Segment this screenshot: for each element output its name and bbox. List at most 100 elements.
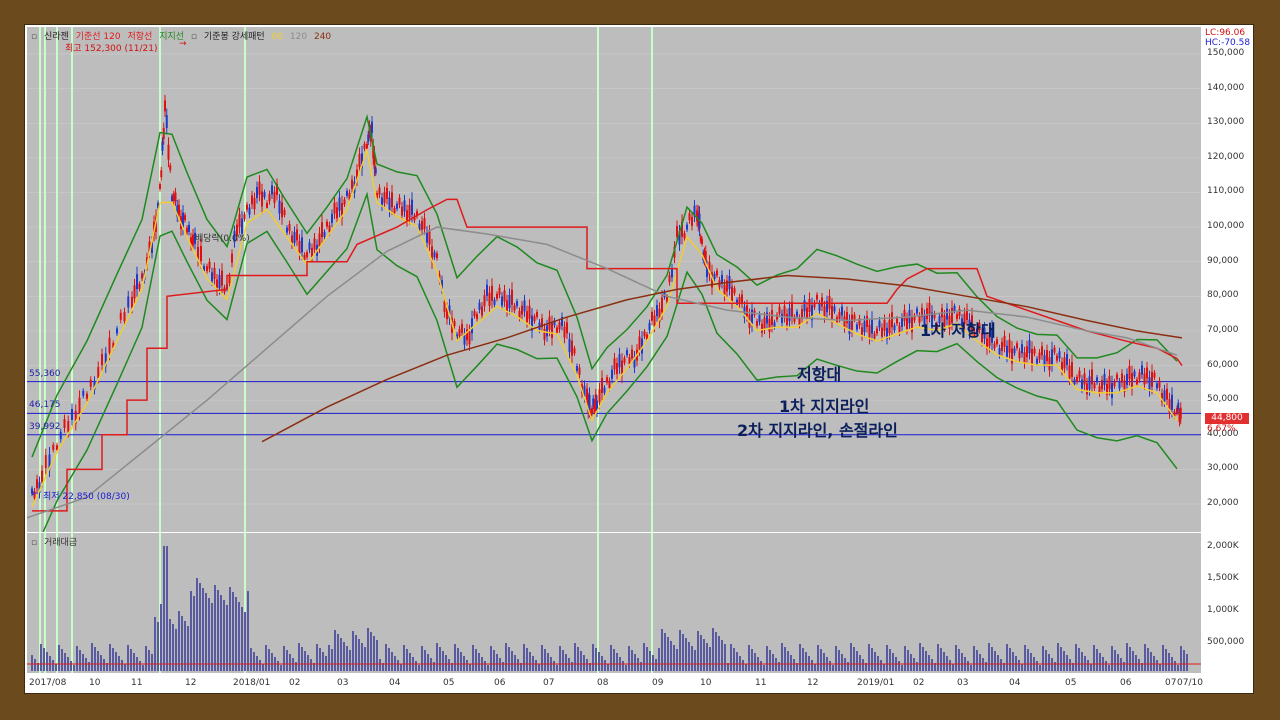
- volume-bar: [688, 642, 690, 671]
- candle-body: [476, 314, 478, 320]
- candle-body: [511, 289, 513, 305]
- volume-bar: [373, 636, 375, 671]
- candle-body: [253, 198, 256, 210]
- volume-bar: [322, 652, 324, 671]
- resistance-1-annotation: 1차 저항대: [920, 321, 996, 340]
- volume-bar: [448, 659, 450, 671]
- volume-bar: [862, 659, 864, 671]
- volume-bar: [316, 644, 318, 671]
- candle-body: [1081, 379, 1083, 389]
- candle-body: [1001, 342, 1003, 351]
- legend-toggle-icon[interactable]: ▫: [191, 32, 197, 42]
- volume-bar: [586, 659, 588, 671]
- candle-body: [846, 312, 848, 324]
- volume-bar: [1069, 659, 1071, 671]
- candle-body: [953, 305, 956, 311]
- volume-bar: [1036, 661, 1038, 671]
- candle-body: [996, 339, 998, 345]
- candle-body: [398, 197, 401, 205]
- candle-body: [1003, 335, 1006, 347]
- candle-body: [1016, 343, 1018, 349]
- candle-body: [298, 240, 301, 254]
- candle-body: [172, 194, 175, 202]
- candle-body: [164, 100, 166, 112]
- price-tick: 50,000: [1207, 394, 1239, 405]
- volume-bar: [802, 648, 804, 671]
- volume-bar: [820, 649, 822, 671]
- candle-body: [783, 305, 786, 317]
- price-tick: 30,000: [1207, 463, 1239, 474]
- candle-body: [573, 348, 576, 354]
- candle-body: [1071, 361, 1073, 377]
- candle-body: [1051, 349, 1053, 365]
- candle-body: [733, 288, 736, 294]
- volume-bar: [475, 649, 477, 671]
- candle-body: [136, 274, 138, 290]
- candle-body: [1026, 346, 1028, 358]
- volume-bar: [151, 654, 153, 671]
- volume-bar: [148, 650, 150, 671]
- candle-body: [192, 234, 194, 246]
- price-tick: 80,000: [1207, 290, 1239, 301]
- volume-bar: [622, 661, 624, 671]
- volume-bar: [733, 648, 735, 671]
- volume-bar: [829, 661, 831, 671]
- volume-bar: [1150, 652, 1152, 671]
- candle-body: [374, 168, 377, 174]
- price-chart-pane[interactable]: ▫ 신라젠 기준선 120 저항선 지지선 ▫ 기준봉 강세패턴 60 120 …: [27, 27, 1201, 532]
- dividend-note: 배당락(0.0%): [195, 234, 250, 244]
- volume-bar: [268, 649, 270, 671]
- candle-body: [296, 229, 298, 241]
- candle-body: [383, 192, 386, 204]
- candle-body: [576, 366, 578, 372]
- date-tick: 11: [131, 678, 143, 688]
- candle-body: [251, 195, 253, 205]
- candle-body: [86, 393, 88, 399]
- candle-body: [1096, 377, 1098, 383]
- volume-bar: [1183, 650, 1185, 671]
- low-arrow-icon: ←: [31, 489, 39, 499]
- volume-bar: [790, 655, 792, 671]
- volume-pane-icon[interactable]: ▫: [31, 538, 37, 548]
- volume-bar: [961, 653, 963, 671]
- volume-bar: [370, 632, 372, 671]
- volume-bar: [319, 648, 321, 671]
- date-tick: 12: [807, 678, 819, 688]
- pane-close-icon[interactable]: ▫: [31, 32, 37, 42]
- candle-body: [1088, 376, 1091, 390]
- candle-body: [763, 317, 766, 329]
- volume-bar: [1174, 661, 1176, 671]
- volume-bar: [490, 646, 492, 671]
- volume-bar: [130, 649, 132, 671]
- candle-body: [701, 238, 703, 244]
- volume-bar: [673, 645, 675, 671]
- price-tick: 60,000: [1207, 359, 1239, 370]
- volume-chart-pane[interactable]: ▫ 거래대금: [27, 533, 1201, 673]
- candle-body: [1141, 365, 1143, 375]
- candle-body: [518, 310, 521, 318]
- candle-body: [393, 208, 396, 214]
- volume-bar: [472, 645, 474, 671]
- candle-body: [101, 354, 103, 366]
- candle-body: [881, 327, 883, 337]
- candle-body: [1013, 348, 1016, 354]
- volume-bar: [841, 654, 843, 671]
- candle-body: [648, 323, 651, 331]
- candle-body: [731, 286, 733, 302]
- volume-bar: [298, 643, 300, 671]
- volume-bar: [874, 652, 876, 671]
- volume-bar: [1117, 654, 1119, 671]
- volume-bar: [694, 650, 696, 671]
- volume-bar: [1099, 653, 1101, 671]
- volume-bar: [1111, 646, 1113, 671]
- candle-body: [428, 231, 431, 245]
- volume-bar: [700, 635, 702, 671]
- volume-bar: [355, 635, 357, 671]
- volume-bar: [565, 654, 567, 671]
- candle-body: [896, 318, 898, 324]
- candle-body: [736, 299, 738, 305]
- candle-body: [313, 238, 316, 250]
- price-tick: 70,000: [1207, 324, 1239, 335]
- volume-bar: [97, 651, 99, 671]
- candle-body: [676, 225, 678, 237]
